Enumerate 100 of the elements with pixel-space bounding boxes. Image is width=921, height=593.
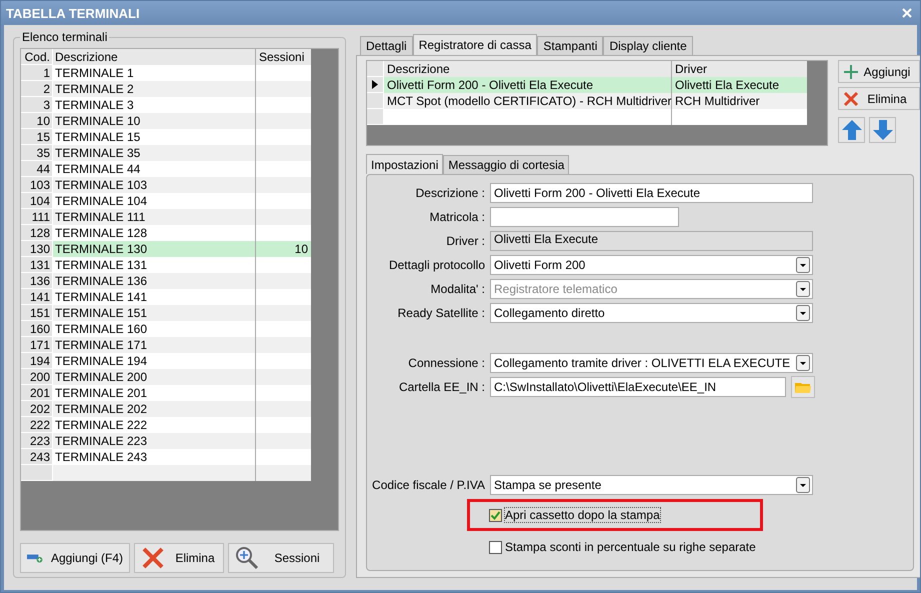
dropdown[interactable]: Collegamento diretto bbox=[490, 303, 813, 323]
field-label: Dettagli protocollo bbox=[388, 258, 485, 272]
field-label: Codice fiscale / P.IVA bbox=[371, 478, 485, 492]
table-cell: 194 bbox=[21, 353, 53, 369]
table-cell: 130 bbox=[21, 241, 53, 257]
tab[interactable]: Stampanti bbox=[537, 36, 604, 55]
table-row[interactable]: 15 TERMINALE 15 bbox=[21, 129, 311, 145]
readonly-field: Olivetti Ela Execute bbox=[490, 231, 813, 251]
table-row[interactable]: MCT Spot (modello CERTIFICATO) - RCH Multidriver RCH Multidriver bbox=[367, 93, 807, 109]
window-title: TABELLA TERMINALI bbox=[6, 6, 140, 20]
folder-icon bbox=[795, 381, 811, 393]
table-cell: 200 bbox=[21, 369, 53, 385]
table-row[interactable]: 2 TERMINALE 2 bbox=[21, 81, 311, 97]
table-cell: 171 bbox=[21, 337, 53, 353]
table-row[interactable]: 151 TERMINALE 151 bbox=[21, 305, 311, 321]
table-cell: 202 bbox=[21, 401, 53, 417]
field-label: Descrizione : bbox=[414, 186, 485, 200]
checkbox[interactable]: Stampa sconti in percentuale su righe separate bbox=[489, 540, 756, 554]
table-cell-text: Olivetti Ela Execute bbox=[674, 77, 780, 93]
field-label: Connessione : bbox=[407, 356, 485, 370]
table-row[interactable]: 111 TERMINALE 111 bbox=[21, 209, 311, 225]
table-cell: 35 bbox=[21, 145, 53, 161]
search-icon bbox=[235, 546, 259, 570]
table-row[interactable]: 131 TERMINALE 131 bbox=[21, 257, 311, 273]
tab[interactable]: Display cliente bbox=[603, 36, 693, 55]
table-cell: 1 bbox=[21, 65, 53, 81]
table-row[interactable]: 3 TERMINALE 3 bbox=[21, 97, 311, 113]
table-row[interactable]: 243 TERMINALE 243 bbox=[21, 449, 311, 465]
table-cell: 201 bbox=[21, 385, 53, 401]
table-row[interactable]: 136 TERMINALE 136 bbox=[21, 273, 311, 289]
table-cell: 103 bbox=[21, 177, 53, 193]
row-pointer-icon bbox=[372, 80, 378, 89]
move-up-button[interactable] bbox=[838, 117, 865, 143]
table-row[interactable]: 202 TERMINALE 202 bbox=[21, 401, 311, 417]
table-cell: 141 bbox=[21, 289, 53, 305]
table-row[interactable]: 10 TERMINALE 10 bbox=[21, 113, 311, 129]
table-row[interactable]: 171 TERMINALE 171 bbox=[21, 337, 311, 353]
table-cell: 44 bbox=[21, 161, 53, 177]
table-cell: 243 bbox=[21, 449, 53, 465]
plus-icon bbox=[843, 64, 859, 80]
add-button[interactable]: Aggiungi (F4) bbox=[20, 543, 130, 573]
table-row[interactable]: 194 TERMINALE 194 bbox=[21, 353, 311, 369]
table-row[interactable]: 141 TERMINALE 141 bbox=[21, 289, 311, 305]
table-row[interactable]: 1 TERMINALE 1 bbox=[21, 65, 311, 81]
field-label: Ready Satellite : bbox=[396, 306, 485, 320]
tab[interactable]: Dettagli bbox=[360, 36, 413, 55]
search-button[interactable]: Sessioni bbox=[228, 543, 334, 573]
table-cell: 151 bbox=[21, 305, 53, 321]
table-cell-text: 10 bbox=[294, 241, 309, 257]
table-row[interactable]: 35 TERMINALE 35 bbox=[21, 145, 311, 161]
table-cell: 15 bbox=[21, 129, 53, 145]
arrow-up-icon bbox=[840, 119, 862, 141]
table-row[interactable]: 128 TERMINALE 128 bbox=[21, 225, 311, 241]
check-icon bbox=[490, 510, 501, 520]
tab[interactable]: Registratore di cassa bbox=[412, 34, 538, 55]
table-row[interactable]: 200 TERMINALE 200 bbox=[21, 369, 311, 385]
delete-icon bbox=[141, 546, 165, 570]
column-header: Cod. bbox=[21, 49, 53, 65]
browse-button[interactable] bbox=[791, 376, 815, 398]
delete-button[interactable]: Elimina bbox=[134, 543, 224, 573]
table-row[interactable]: 103 TERMINALE 103 bbox=[21, 177, 311, 193]
table-row[interactable]: 130 TERMINALE 130 10 bbox=[21, 241, 311, 257]
move-down-button[interactable] bbox=[869, 117, 896, 143]
table-cell: 104 bbox=[21, 193, 53, 209]
field-label: Cartella EE_IN : bbox=[398, 380, 485, 394]
path-field[interactable]: C:\SwInstallato\Olivetti\ElaExecute\EE_IN bbox=[490, 377, 786, 397]
dropdown[interactable]: Stampa se presente bbox=[490, 475, 813, 495]
close-icon[interactable] bbox=[902, 8, 912, 18]
table-row[interactable]: 44 TERMINALE 44 bbox=[21, 161, 311, 177]
column-header: Descrizione bbox=[53, 49, 256, 65]
table-cell: 3 bbox=[21, 97, 53, 113]
table-cell: 223 bbox=[21, 433, 53, 449]
tab[interactable]: Impostazioni bbox=[366, 154, 444, 174]
table-cell: 160 bbox=[21, 321, 53, 337]
table-row[interactable]: 222 TERMINALE 222 bbox=[21, 417, 311, 433]
add-button[interactable]: Aggiungi bbox=[838, 60, 920, 83]
table-row[interactable]: Olivetti Form 200 - Olivetti Ela Execute Olivetti Ela Execute bbox=[367, 77, 807, 93]
table-cell: 222 bbox=[21, 417, 53, 433]
delete-icon bbox=[843, 90, 859, 106]
empty-row[interactable] bbox=[367, 109, 807, 125]
field-label: Matricola : bbox=[428, 210, 485, 224]
table-cell: 136 bbox=[21, 273, 53, 289]
table-cell: 10 bbox=[21, 113, 53, 129]
group-title: Elenco terminali bbox=[20, 30, 110, 44]
delete-button[interactable]: Elimina bbox=[838, 87, 920, 110]
table-row[interactable]: 201 TERMINALE 201 bbox=[21, 385, 311, 401]
dropdown[interactable]: Collegamento tramite driver : OLIVETTI ELA EXECUTE bbox=[490, 353, 813, 373]
table-cell: 131 bbox=[21, 257, 53, 273]
column-header: Driver bbox=[674, 61, 708, 77]
table-row[interactable]: 104 TERMINALE 104 bbox=[21, 193, 311, 209]
text-field[interactable] bbox=[490, 207, 679, 227]
checkbox[interactable]: Apri cassetto dopo la stampa bbox=[489, 508, 660, 522]
table-row[interactable]: 223 TERMINALE 223 bbox=[21, 433, 311, 449]
tab[interactable]: Messaggio di cortesia bbox=[443, 155, 570, 174]
table-cell: 2 bbox=[21, 81, 53, 97]
table-row[interactable]: 160 TERMINALE 160 bbox=[21, 321, 311, 337]
table-cell: 111 bbox=[21, 209, 53, 225]
dropdown[interactable]: Olivetti Form 200 bbox=[490, 255, 813, 275]
table-cell: 128 bbox=[21, 225, 53, 241]
text-field[interactable]: Olivetti Form 200 - Olivetti Ela Execute bbox=[490, 183, 813, 203]
